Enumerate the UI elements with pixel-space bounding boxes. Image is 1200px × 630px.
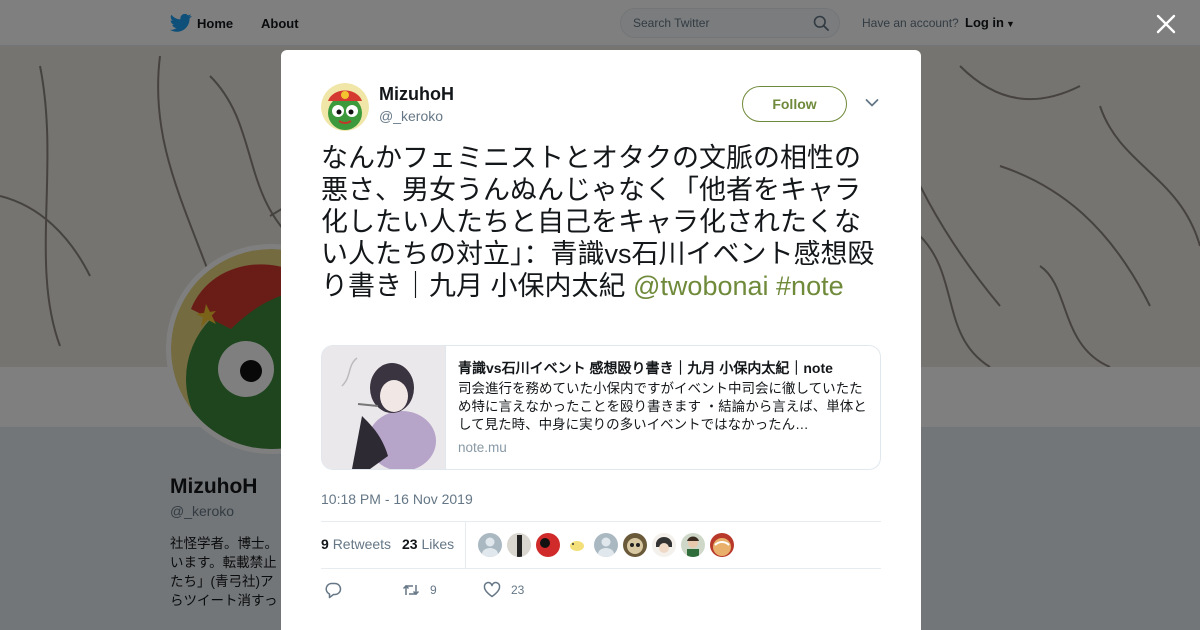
close-icon[interactable] — [1155, 13, 1177, 35]
liker-avatar[interactable] — [478, 533, 502, 557]
card-thumbnail — [322, 346, 446, 469]
like-action[interactable]: 23 — [483, 580, 524, 600]
liker-avatar[interactable] — [536, 533, 560, 557]
author-avatar[interactable] — [321, 83, 369, 131]
liker-avatar[interactable] — [507, 533, 531, 557]
mention-link[interactable]: @twobonai — [633, 271, 769, 301]
author-handle[interactable]: @_keroko — [379, 108, 443, 124]
card-illustration-image — [322, 346, 445, 469]
like-action-count: 23 — [511, 583, 525, 597]
hashtag-link[interactable]: #note — [776, 271, 844, 301]
divider — [321, 521, 881, 522]
liker-avatar[interactable] — [710, 533, 734, 557]
author-name[interactable]: MizuhoH — [379, 84, 454, 105]
card-description: 司会進行を務めていた小保内ですがイベント中司会に徹していたため特に言えなかったこ… — [458, 381, 867, 432]
follow-button[interactable]: Follow — [742, 86, 847, 122]
retweet-action-count: 9 — [430, 583, 437, 597]
frog-avatar-image — [321, 83, 369, 131]
reply-action[interactable] — [324, 580, 342, 600]
card-domain: note.mu — [458, 440, 507, 455]
like-label: Likes — [421, 536, 455, 552]
liker-avatar[interactable] — [652, 533, 676, 557]
liker-avatar[interactable] — [565, 533, 589, 557]
liker-avatar[interactable] — [623, 533, 647, 557]
chevron-down-icon[interactable] — [865, 98, 879, 108]
like-count: 23 — [402, 536, 418, 552]
link-preview-card[interactable]: 青識vs石川イベント 感想殴り書き｜九月 小保内太紀｜note 司会進行を務めて… — [321, 345, 881, 470]
retweet-label: Retweets — [332, 536, 392, 552]
retweet-action[interactable]: 9 — [402, 580, 437, 600]
heart-icon — [483, 581, 501, 598]
tweet-timestamp[interactable]: 10:18 PM - 16 Nov 2019 — [321, 491, 473, 507]
tweet-text: なんかフェミニストとオタクの文脈の相性の悪さ、男女うんぬんじゃなく「他者をキャラ… — [321, 142, 885, 302]
tweet-modal: MizuhoH @_keroko Follow なんかフェミニストとオタクの文脈… — [281, 50, 921, 630]
retweet-count: 9 — [321, 536, 329, 552]
divider — [465, 521, 466, 569]
divider — [321, 568, 881, 569]
liker-avatar[interactable] — [594, 533, 618, 557]
reply-icon — [325, 582, 342, 599]
retweet-stat[interactable]: 9 Retweets — [321, 536, 391, 552]
liker-avatar[interactable] — [681, 533, 705, 557]
card-title: 青識vs石川イベント 感想殴り書き｜九月 小保内太紀｜note — [458, 360, 833, 376]
retweet-icon — [402, 584, 420, 596]
like-stat[interactable]: 23 Likes — [402, 536, 454, 552]
